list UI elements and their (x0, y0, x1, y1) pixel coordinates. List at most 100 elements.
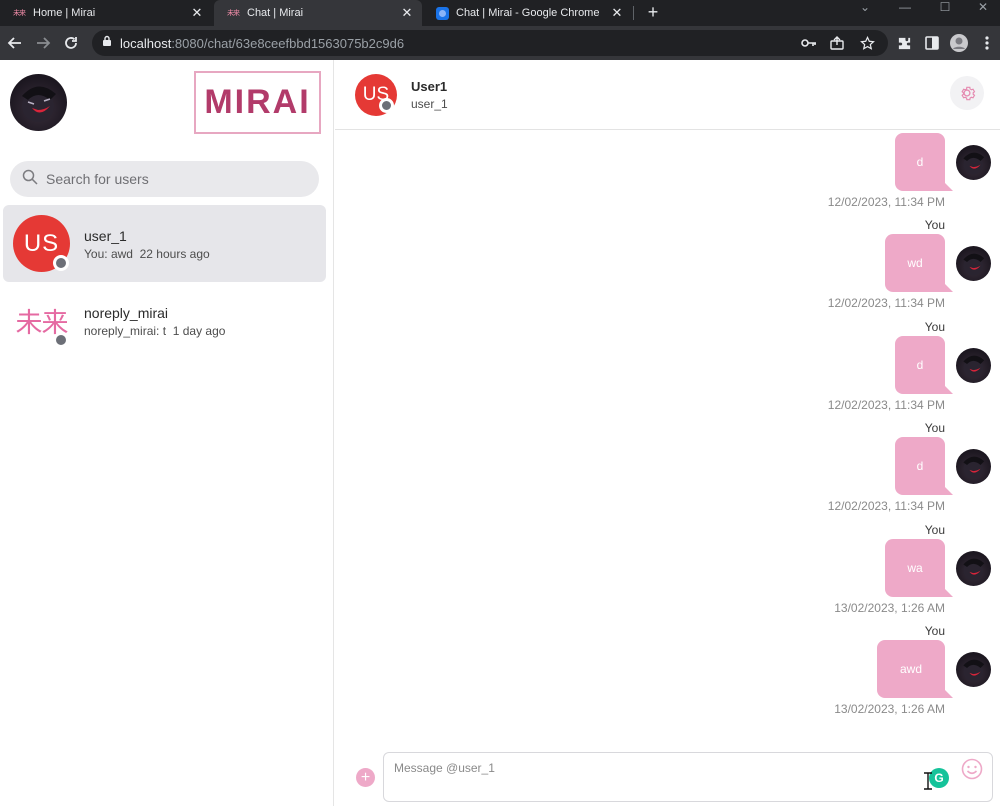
message-bubble[interactable]: d (895, 133, 953, 191)
text-cursor-icon (924, 772, 932, 790)
anime-avatar-icon (963, 558, 985, 581)
message-timestamp: 12/02/2023, 11:34 PM (827, 296, 945, 310)
minimize-icon[interactable]: — (890, 0, 920, 26)
user-search[interactable] (10, 161, 319, 197)
browser-tab-chrome[interactable]: Chat | Mirai - Google Chrome ✕ (424, 0, 632, 26)
conversation-preview: You: awd 22 hours ago (84, 247, 210, 261)
mirai-favicon-icon: 未来 (227, 10, 240, 17)
close-window-icon[interactable]: ✕ (968, 0, 998, 26)
preview-time: 22 hours ago (139, 247, 210, 261)
url-host: localhost (120, 35, 172, 51)
anime-avatar-icon (22, 86, 56, 122)
sender-avatar[interactable] (956, 449, 991, 484)
tab-separator (633, 6, 634, 20)
conversation-item[interactable]: US user_1 You: awd 22 hours ago (3, 205, 326, 282)
message-text: d (916, 459, 924, 473)
conversation-item[interactable]: 未来 noreply_mirai noreply_mirai: t 1 day … (3, 282, 326, 359)
message-timestamp: 13/02/2023, 1:26 AM (834, 601, 945, 615)
add-attachment-button[interactable]: + (356, 768, 375, 787)
message-text: wd (907, 256, 923, 270)
message-row: You awd 13/02/2023, 1:26 AM (335, 624, 1000, 726)
mirai-logo[interactable]: MIRAI (194, 71, 321, 134)
share-icon[interactable] (828, 34, 846, 52)
message-row: You d 12/02/2023, 11:34 PM (335, 421, 1000, 523)
anime-avatar-icon (963, 456, 985, 479)
sender-avatar[interactable] (956, 652, 991, 687)
preview-time: 1 day ago (172, 324, 226, 338)
preview-text: awd (110, 247, 133, 261)
message-input[interactable] (383, 752, 993, 802)
tab-title: Chat | Mirai - Google Chrome (456, 7, 600, 19)
message-bubble[interactable]: d (895, 437, 953, 495)
forward-icon[interactable] (30, 26, 56, 60)
search-icon (22, 169, 38, 190)
bookmark-star-icon[interactable] (858, 34, 876, 52)
chat-header: US User1 user_1 (335, 60, 1000, 130)
key-icon[interactable] (800, 34, 818, 52)
chat-app: MIRAI US user_1 You: awd 22 hours ago 未来… (0, 60, 1000, 806)
mirai-favicon-icon: 未来 (13, 10, 26, 17)
message-sender: You (924, 320, 945, 334)
message-sender: You (924, 218, 945, 232)
avatar-initials: US (23, 229, 60, 257)
message-sender: You (924, 421, 945, 435)
browser-menu-icon[interactable] (978, 34, 996, 52)
profile-avatar-icon[interactable] (950, 34, 968, 52)
browser-tab-home[interactable]: 未来 Home | Mirai ✕ (0, 0, 212, 26)
url-text: localhost:8080/chat/63e8ceefbbd1563075b2… (120, 36, 404, 51)
search-input[interactable] (46, 171, 296, 187)
address-bar[interactable]: localhost:8080/chat/63e8ceefbbd1563075b2… (92, 30, 888, 56)
browser-tab-chat[interactable]: 未来 Chat | Mirai ✕ (214, 0, 422, 26)
message-list[interactable]: You d 12/02/2023, 11:34 PM You wd 12/02/2023,… (335, 131, 1000, 747)
message-row: You wd 12/02/2023, 11:34 PM (335, 218, 1000, 320)
close-tab-icon[interactable]: ✕ (190, 5, 204, 21)
emoji-picker-icon[interactable] (961, 758, 983, 780)
message-text: awd (899, 662, 922, 676)
close-tab-icon[interactable]: ✕ (400, 5, 414, 21)
offline-status-dot (379, 98, 394, 113)
message-sender: You (924, 624, 945, 638)
sender-avatar[interactable] (956, 145, 991, 180)
message-row: Youd12/02/2023, 11:34 PM (335, 131, 1000, 219)
conversation-name: noreply_mirai (84, 305, 169, 321)
message-timestamp: 13/02/2023, 1:26 AM (834, 702, 945, 716)
message-text: d (916, 358, 924, 372)
message-timestamp: 12/02/2023, 11:34 PM (827, 195, 945, 209)
message-bubble[interactable]: awd (877, 640, 953, 698)
reload-icon[interactable] (58, 26, 84, 60)
message-row: You d 12/02/2023, 11:34 PM (335, 320, 1000, 422)
back-icon[interactable] (2, 26, 28, 60)
anime-avatar-icon (963, 152, 985, 175)
sender-avatar[interactable] (956, 348, 991, 383)
message-timestamp: 12/02/2023, 11:34 PM (827, 499, 945, 513)
extensions-icon[interactable] (895, 34, 913, 52)
close-tab-icon[interactable]: ✕ (610, 5, 624, 21)
message-text: wa (907, 561, 923, 575)
sender-avatar[interactable] (956, 246, 991, 281)
message-sender: You (924, 523, 945, 537)
side-panel-icon[interactable] (923, 34, 941, 52)
browser-tab-bar: 未来 Home | Mirai ✕ 未来 Chat | Mirai ✕ Chat… (0, 0, 1000, 26)
logo-text: MIRAI (204, 83, 311, 121)
anime-avatar-icon (963, 659, 985, 682)
message-bubble[interactable]: wd (885, 234, 953, 292)
sender-avatar[interactable] (956, 551, 991, 586)
chat-settings-button[interactable] (950, 76, 984, 110)
lock-icon (102, 34, 112, 52)
maximize-icon[interactable]: ☐ (930, 0, 960, 26)
message-bubble[interactable]: wa (885, 539, 953, 597)
message-text: d (916, 155, 924, 169)
offline-status-dot (53, 255, 69, 271)
message-row: You wa 13/02/2023, 1:26 AM (335, 523, 1000, 625)
browser-toolbar: localhost:8080/chat/63e8ceefbbd1563075b2… (0, 26, 1000, 60)
new-tab-button[interactable]: + (643, 0, 663, 26)
sidebar: MIRAI US user_1 You: awd 22 hours ago 未来… (0, 60, 334, 806)
chat-partner-name: User1 (411, 79, 448, 94)
chrome-favicon-icon (436, 6, 449, 20)
chat-partner-handle: user_1 (411, 97, 448, 111)
tab-title: Chat | Mirai (247, 7, 304, 19)
my-avatar[interactable] (10, 74, 67, 131)
message-timestamp: 12/02/2023, 11:34 PM (827, 398, 945, 412)
message-bubble[interactable]: d (895, 336, 953, 394)
tab-search-icon[interactable]: ⌄ (850, 0, 880, 26)
